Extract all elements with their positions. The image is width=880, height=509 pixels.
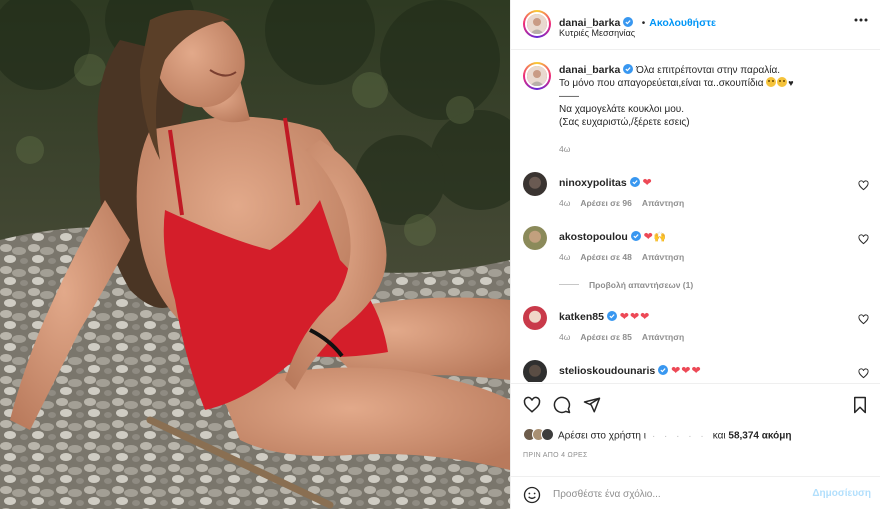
caption-avatar-image bbox=[527, 66, 547, 86]
post-photo[interactable] bbox=[0, 0, 510, 509]
commenter-username[interactable]: katken85 bbox=[559, 311, 604, 323]
verified-badge-icon bbox=[658, 365, 669, 375]
comment-like-heart-icon[interactable] bbox=[858, 368, 869, 379]
commenter-avatar-image bbox=[523, 306, 547, 330]
commenter-avatar-image bbox=[523, 360, 547, 382]
red-heart-emoji-icon: ❤ bbox=[643, 231, 654, 243]
comment-likes[interactable]: Αρέσει σε 85 bbox=[580, 332, 631, 342]
verified-badge-icon bbox=[623, 64, 634, 74]
commenter-avatar-image bbox=[523, 172, 547, 196]
commenter-username[interactable]: ninoxypolitas bbox=[559, 177, 627, 189]
comment-likes[interactable]: Αρέσει σε 96 bbox=[580, 198, 631, 208]
author-avatar-image bbox=[527, 14, 547, 34]
share-icon[interactable] bbox=[583, 396, 601, 414]
caption-line: Να χαμογελάτε κουκλοι μου. bbox=[559, 104, 685, 115]
likes-connector: και bbox=[712, 430, 726, 442]
comment-time[interactable]: 4ω bbox=[559, 332, 570, 342]
smile-emoji-icon bbox=[777, 77, 788, 87]
comment-like-heart-icon[interactable] bbox=[858, 180, 869, 191]
comment-like-heart-icon[interactable] bbox=[858, 314, 869, 325]
follow-button[interactable]: Ακολουθήστε bbox=[649, 17, 716, 29]
comment-item: akostopoulou ❤🙌 4ω Αρέσει σε 48 Απάντηση bbox=[523, 226, 869, 270]
raised-hands-emoji-icon: 🙌 bbox=[653, 232, 667, 243]
comment-icon[interactable] bbox=[553, 396, 571, 414]
verified-badge-icon bbox=[629, 177, 640, 187]
more-options-icon[interactable] bbox=[853, 12, 869, 28]
caption-line: Όλα επιτρέπονται στην παραλία. bbox=[636, 65, 781, 76]
post-header: danai_barka • Ακολουθήστε Κυτριές Μεσσηνί… bbox=[511, 0, 880, 50]
verified-badge-icon bbox=[623, 17, 634, 27]
comment-like-heart-icon[interactable] bbox=[858, 234, 869, 245]
caption-text: danai_barka Όλα επιτρέπονται στην παραλί… bbox=[559, 64, 859, 129]
hidden-username: · · · · · bbox=[651, 430, 707, 442]
reply-button[interactable]: Απάντηση bbox=[642, 332, 684, 342]
post-timestamp[interactable]: ΠΡΙΝ ΑΠΟ 4 ΩΡΕΣ bbox=[523, 452, 588, 459]
likes-count[interactable]: 58,374 ακόμη bbox=[728, 431, 791, 442]
caption-divider: —— bbox=[559, 91, 579, 102]
emoji-icon[interactable] bbox=[523, 486, 541, 504]
caption-line: (Σας ευχαριστώ,/ξέρετε εσεις) bbox=[559, 117, 690, 128]
caption-author-avatar[interactable] bbox=[523, 62, 551, 90]
caption-timestamp[interactable]: 4ω bbox=[559, 144, 570, 154]
likes-prefix: Αρέσει στο χρήστη ι bbox=[558, 430, 646, 442]
view-replies-button[interactable]: Προβολή απαντήσεων (1) bbox=[559, 280, 693, 290]
commenter-avatar[interactable] bbox=[523, 226, 547, 250]
comment-item: ninoxypolitas ❤ 4ω Αρέσει σε 96 Απάντηση bbox=[523, 172, 869, 216]
post-location[interactable]: Κυτριές Μεσσηνίας bbox=[559, 28, 635, 38]
comment-input[interactable] bbox=[553, 485, 803, 503]
beach-photo-illustration bbox=[0, 0, 510, 509]
comment-item: katken85 ❤❤❤ 4ω Αρέσει σε 85 Απάντηση bbox=[523, 306, 869, 350]
caption-line: Το μόνο που απαγορεύεται,είναι τα..σκουπ… bbox=[559, 78, 764, 89]
instagram-post-modal: danai_barka • Ακολουθήστε Κυτριές Μεσσηνί… bbox=[0, 0, 880, 509]
liker-avatars bbox=[523, 428, 554, 444]
post-comment-button[interactable]: Δημοσίευση bbox=[812, 488, 871, 499]
smile-emoji-icon bbox=[766, 77, 777, 87]
comment-item: stelioskoudounaris ❤❤❤ bbox=[523, 360, 869, 382]
comment-time[interactable]: 4ω bbox=[559, 252, 570, 262]
commenter-avatar[interactable] bbox=[523, 172, 547, 196]
post-actions: Αρέσει στο χρήστη ι · · · · · και 58,374 α… bbox=[511, 383, 880, 509]
red-hearts-emoji-icon: ❤❤❤ bbox=[619, 311, 651, 323]
verified-badge-icon bbox=[606, 311, 617, 321]
commenter-username[interactable]: stelioskoudounaris bbox=[559, 365, 655, 377]
bookmark-icon[interactable] bbox=[851, 396, 869, 414]
comment-time[interactable]: 4ω bbox=[559, 198, 570, 208]
red-heart-emoji-icon: ❤ bbox=[642, 177, 653, 189]
commenter-avatar[interactable] bbox=[523, 306, 547, 330]
comment-likes[interactable]: Αρέσει σε 48 bbox=[580, 252, 631, 262]
commenter-avatar[interactable] bbox=[523, 360, 547, 382]
verified-badge-icon bbox=[630, 231, 641, 241]
commenter-avatar-image bbox=[523, 226, 547, 250]
black-heart-emoji-icon: ♥ bbox=[788, 78, 794, 88]
likes-summary[interactable]: Αρέσει στο χρήστη ι · · · · · και 58,374 α… bbox=[523, 428, 791, 444]
reply-button[interactable]: Απάντηση bbox=[642, 252, 684, 262]
add-comment-bar: Δημοσίευση bbox=[511, 476, 880, 509]
heart-icon[interactable] bbox=[523, 396, 541, 414]
caption-username[interactable]: danai_barka bbox=[559, 64, 620, 76]
reply-button[interactable]: Απάντηση bbox=[642, 198, 684, 208]
commenter-username[interactable]: akostopoulou bbox=[559, 231, 628, 243]
post-side-panel: danai_barka • Ακολουθήστε Κυτριές Μεσσηνί… bbox=[510, 0, 880, 509]
separator-dot: • bbox=[641, 18, 646, 29]
author-avatar[interactable] bbox=[523, 10, 551, 38]
red-hearts-emoji-icon: ❤❤❤ bbox=[671, 365, 702, 377]
